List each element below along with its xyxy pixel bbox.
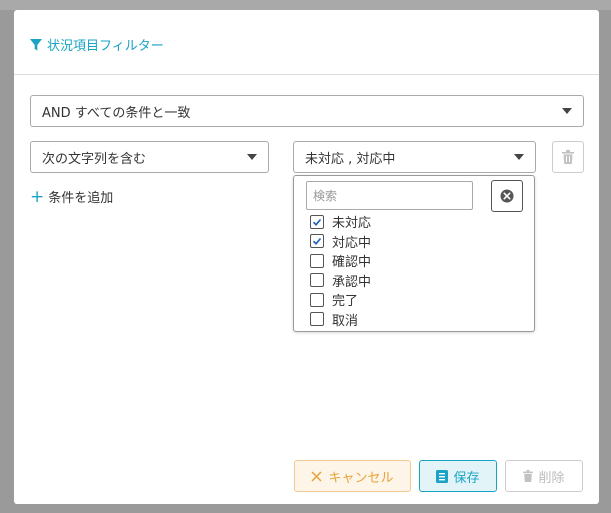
cancel-label: キャンセル: [328, 470, 394, 486]
values-dropdown: 未対応 対応中 確認中 承認中 完了 取消: [293, 175, 535, 332]
option-item[interactable]: 確認中: [310, 251, 371, 271]
save-button[interactable]: 保存: [419, 460, 497, 492]
operator-select[interactable]: 次の文字列を含む: [30, 141, 269, 173]
option-label: 取消: [332, 313, 359, 329]
modal-header: 状況項目フィルター: [14, 10, 599, 75]
dropdown-search-input[interactable]: [306, 181, 473, 210]
match-mode-select[interactable]: AND すべての条件と一致: [30, 95, 584, 127]
trash-icon: [562, 150, 574, 164]
match-mode-value: AND すべての条件と一致: [42, 105, 191, 121]
checkbox[interactable]: [310, 273, 324, 288]
option-item[interactable]: 承認中: [310, 271, 371, 291]
plus-icon: +: [30, 186, 45, 207]
clear-search-button[interactable]: [491, 180, 523, 212]
modal-title-text: 状況項目フィルター: [47, 39, 164, 54]
modal-title: 状況項目フィルター: [30, 35, 164, 54]
checkbox[interactable]: [310, 234, 324, 249]
checkbox[interactable]: [310, 253, 324, 268]
filter-icon: [30, 38, 42, 50]
background-strip: [0, 0, 611, 10]
chevron-down-icon: [514, 154, 524, 160]
option-label: 完了: [332, 294, 359, 310]
values-select[interactable]: 未対応 , 対応中: [293, 141, 536, 173]
operator-value: 次の文字列を含む: [42, 151, 147, 167]
clear-icon: [500, 189, 514, 203]
option-item[interactable]: 完了: [310, 290, 358, 310]
option-label: 対応中: [332, 235, 372, 251]
add-condition-label: 条件を追加: [48, 191, 114, 206]
checkbox[interactable]: [310, 214, 324, 229]
save-icon: [436, 469, 449, 483]
option-label: 確認中: [332, 255, 372, 271]
option-label: 承認中: [332, 274, 372, 290]
delete-label: 削除: [538, 470, 565, 486]
option-item[interactable]: 取消: [310, 310, 358, 330]
check-icon: [312, 218, 322, 226]
check-icon: [312, 238, 322, 246]
checkbox[interactable]: [310, 292, 324, 307]
option-item[interactable]: 未対応: [310, 212, 371, 232]
chevron-down-icon: [562, 108, 572, 114]
close-icon: [311, 470, 323, 482]
option-item[interactable]: 対応中: [310, 232, 371, 252]
cancel-button[interactable]: キャンセル: [294, 460, 411, 492]
save-label: 保存: [453, 470, 480, 486]
filter-modal: 状況項目フィルター AND すべての条件と一致 次の文字列を含む 未対応 , 対…: [14, 10, 599, 504]
checkbox[interactable]: [310, 312, 324, 327]
add-condition-button[interactable]: + 条件を追加: [30, 187, 113, 206]
trash-icon: [523, 470, 534, 482]
values-selected-text: 未対応 , 対応中: [305, 151, 396, 167]
delete-condition-button[interactable]: [552, 141, 584, 173]
option-label: 未対応: [332, 216, 372, 232]
chevron-down-icon: [247, 154, 257, 160]
delete-button[interactable]: 削除: [505, 460, 583, 492]
